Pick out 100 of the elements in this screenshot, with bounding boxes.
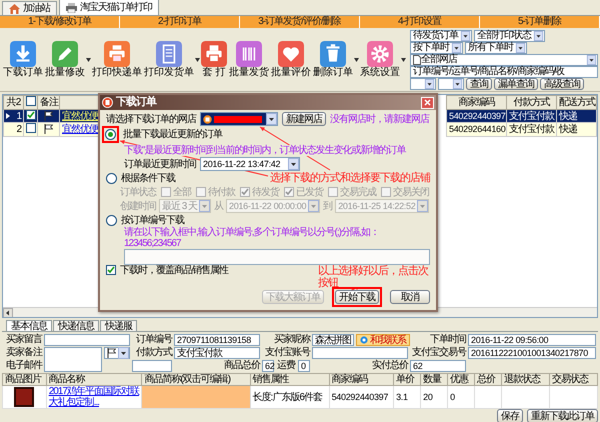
dropdown-field[interactable]: 待发货订单 — [410, 30, 472, 42]
dropdown-field[interactable] — [410, 78, 436, 90]
radio-label[interactable]: 批量下载最近更新的订单 — [123, 129, 222, 140]
pencil-icon — [52, 41, 78, 67]
radio-button[interactable] — [105, 129, 116, 140]
dropdown-field[interactable]: 全部网店 — [410, 54, 598, 66]
field-label: 买家昵称 — [273, 334, 310, 346]
order-number-input[interactable] — [124, 249, 430, 265]
checkbox-label[interactable]: 下载时，覆盖商品销售属性 — [120, 265, 228, 276]
annotation-text: 选择下载的方式和选择要下载的店铺 — [270, 172, 430, 184]
dialog-button[interactable]: 开始下载 — [335, 290, 379, 304]
column-header: 付款方式 — [506, 96, 556, 110]
checkbox[interactable] — [26, 110, 36, 120]
toolbar-button[interactable]: 打印发货单 — [143, 41, 195, 78]
editable-cell[interactable] — [142, 386, 250, 408]
chat-icon — [360, 336, 368, 344]
checkbox[interactable] — [26, 123, 36, 133]
text-field[interactable] — [132, 360, 172, 372]
dropdown-field[interactable]: 全部打印状态 — [474, 30, 545, 42]
text-field[interactable]: 62 — [410, 360, 466, 372]
table-cell: 长度:广东版6件套 — [250, 386, 330, 408]
caret-icon — [460, 30, 471, 40]
dropdown-field[interactable] — [438, 78, 464, 90]
text-field[interactable] — [312, 347, 408, 359]
query-button[interactable]: 漏单查询 — [494, 78, 538, 90]
toolbar-button[interactable]: 系统设置 — [359, 41, 401, 78]
checkbox[interactable] — [328, 187, 338, 197]
text-field[interactable]: 支付宝付款 — [174, 347, 260, 359]
column-header: 共2 — [4, 96, 24, 110]
toolbar-button[interactable]: 打印快递单 — [91, 41, 143, 78]
close-button[interactable] — [421, 96, 434, 108]
caret-icon — [288, 158, 299, 170]
caret-icon — [199, 200, 210, 212]
radio-label[interactable]: 根据条件下载 — [121, 172, 175, 184]
checkbox[interactable] — [26, 96, 36, 106]
checkbox[interactable] — [381, 187, 391, 197]
caret-icon — [195, 58, 200, 62]
caret-icon — [424, 78, 435, 88]
checkbox[interactable] — [196, 187, 206, 197]
toolbar-button[interactable]: 批量修改 — [44, 41, 86, 78]
checkbox[interactable] — [284, 187, 294, 197]
query-button[interactable]: 查询 — [466, 78, 492, 90]
text-field[interactable]: 2016112221001001340217870 — [468, 347, 596, 359]
text-field[interactable]: 森杰拼图 — [312, 334, 354, 346]
field-label: 运费 — [277, 360, 295, 372]
flag-icon — [44, 124, 53, 134]
checkbox[interactable] — [161, 187, 171, 197]
document-icon — [413, 54, 421, 64]
text-field[interactable]: 2709711081139158 — [174, 334, 260, 346]
section-label: 2-打印订单 — [120, 16, 240, 28]
text-field[interactable]: 62 — [262, 360, 274, 372]
text-field[interactable]: 2016-11-22 09:56:00 — [468, 334, 596, 346]
tab[interactable]: 快递服 — [100, 320, 137, 331]
query-button[interactable]: 高级查询 — [540, 78, 584, 90]
field-label: 付款方式 — [135, 347, 172, 359]
tab[interactable]: 加油站 — [2, 1, 57, 15]
app-icon — [102, 97, 113, 108]
radio-button[interactable] — [106, 214, 117, 226]
tab[interactable]: 淘宝天猫订单打印 — [59, 0, 159, 15]
trash-icon — [320, 41, 346, 67]
table-cell: 540292440397 — [446, 110, 506, 122]
flag-icon — [44, 110, 53, 121]
column-header: 商品名称 — [46, 374, 142, 386]
tab[interactable]: 快递信息 — [53, 320, 99, 331]
settings-icon — [367, 41, 393, 67]
toolbar-button[interactable]: 下载订单 — [2, 41, 44, 78]
table-cell: 支付宝付款 — [506, 110, 556, 122]
caret-icon — [515, 42, 526, 52]
text-field[interactable]: 0 — [298, 360, 310, 372]
field-label: 电子邮件 — [5, 360, 42, 372]
radio-label[interactable]: 按订单编号下载 — [121, 214, 184, 226]
dropdown-field[interactable]: 2016-11-22 13:47:42 — [200, 157, 300, 171]
caret-icon — [308, 200, 320, 212]
caret-icon — [118, 347, 129, 359]
column-header: 配送方式 — [556, 96, 596, 110]
checkbox[interactable] — [240, 187, 250, 197]
toolbar-button[interactable]: 批量发货 — [228, 41, 270, 78]
dropdown-field[interactable] — [104, 347, 130, 359]
checkbox[interactable] — [106, 265, 116, 275]
toolbar-button[interactable]: 批量评价 — [270, 41, 312, 78]
field-label: 订单状态 — [120, 186, 156, 198]
column-header: 销售属性 — [250, 374, 330, 386]
dialog-button[interactable]: 取消 — [390, 290, 430, 304]
tab[interactable]: 基本信息 — [6, 320, 52, 331]
dropdown-field[interactable]: 所有下单时 — [465, 42, 527, 54]
radio-button[interactable] — [106, 172, 117, 184]
row-pointer-icon — [6, 113, 10, 119]
column-header: 交易状态 — [550, 374, 598, 386]
contact-badge[interactable]: 和我联系 — [356, 334, 410, 346]
column-header: 备注 — [38, 96, 60, 110]
toolbar-button[interactable]: 删除订单 — [312, 41, 354, 78]
action-button[interactable]: 保存 — [497, 409, 523, 422]
column-header: 优惠 — [448, 374, 475, 386]
toolbar-button[interactable]: 套 打 — [200, 41, 228, 78]
dropdown-field[interactable] — [200, 112, 278, 126]
new-shop-button[interactable]: 新建网店 — [282, 112, 326, 126]
action-button[interactable]: 重新下载此订单 — [527, 409, 598, 422]
field-label: 订单编号 — [135, 334, 172, 346]
column-header: 商品简称(双击可编辑) — [142, 374, 250, 386]
text-field[interactable] — [44, 334, 130, 346]
